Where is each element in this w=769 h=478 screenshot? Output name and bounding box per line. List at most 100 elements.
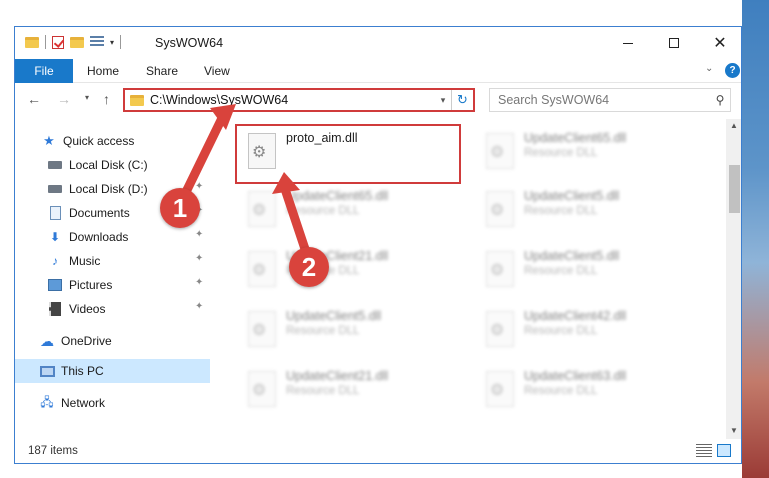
details-view-icon[interactable] <box>696 444 712 457</box>
sidebar-item-onedrive[interactable]: ☁ OneDrive <box>15 329 210 353</box>
close-button[interactable]: ✕ <box>697 27 741 59</box>
folder-icon[interactable] <box>25 36 39 48</box>
file-item[interactable]: UpdateClient65.dll Resource DLL <box>240 185 470 235</box>
sidebar-item-label: Local Disk (D:) <box>69 182 148 196</box>
item-count: 187 items <box>28 445 78 457</box>
refresh-icon[interactable]: ↻ <box>451 90 473 110</box>
sidebar-item-label: This PC <box>61 364 104 378</box>
disk-icon <box>47 182 63 196</box>
scrollbar-thumb[interactable] <box>729 165 740 213</box>
minimize-icon <box>623 42 633 44</box>
this-pc-icon <box>39 364 55 378</box>
file-item[interactable]: UpdateClient65.dll Resource DLL <box>478 127 708 177</box>
documents-icon <box>47 206 63 220</box>
sidebar-item-quick-access[interactable]: ★ Quick access <box>15 129 210 153</box>
sidebar-item-local-disk-c[interactable]: Local Disk (C:) ✦ <box>15 153 210 177</box>
sidebar-item-videos[interactable]: Videos ✦ <box>15 297 210 321</box>
pin-icon[interactable]: ✦ <box>195 181 203 192</box>
status-bar: 187 items <box>15 439 741 463</box>
search-input[interactable]: Search SysWOW64 <box>498 93 710 107</box>
address-path[interactable]: C:\Windows\SysWOW64 <box>150 93 435 107</box>
tab-share[interactable]: Share <box>146 64 178 78</box>
address-dropdown-icon[interactable]: ▾ <box>435 95 451 106</box>
network-icon: 🖧 <box>40 394 54 409</box>
maximize-icon <box>669 38 679 48</box>
window-title: SysWOW64 <box>155 36 224 50</box>
search-box[interactable]: Search SysWOW64 ⚲ <box>489 88 731 112</box>
file-item[interactable]: UpdateClient5.dll Resource DLL <box>478 185 708 235</box>
recent-locations-icon[interactable]: ▾ <box>85 93 89 102</box>
chevron-down-icon[interactable]: ▾ <box>110 38 114 47</box>
sidebar-item-label: Quick access <box>63 134 135 148</box>
downloads-icon: ⬇ <box>49 230 61 244</box>
file-item[interactable]: UpdateClient42.dll Resource DLL <box>478 305 708 355</box>
sidebar-item-label: Videos <box>69 302 106 316</box>
address-bar[interactable]: C:\Windows\SysWOW64 ▾ ↻ <box>123 88 475 112</box>
properties-check-icon[interactable] <box>52 35 64 49</box>
customize-icon[interactable] <box>90 36 104 48</box>
sidebar-item-label: Network <box>61 396 106 410</box>
file-item[interactable]: UpdateClient21.dll Resource DLL <box>240 365 470 415</box>
file-item[interactable]: UpdateClient5.dll Resource DLL <box>478 245 708 295</box>
new-folder-icon[interactable] <box>70 36 84 48</box>
ribbon-tabs: File Home Share View ⌄ ? <box>15 59 741 83</box>
file-name: UpdateClient63.dll <box>524 369 627 383</box>
navigation-pane: ★ Quick access Local Disk (C:) ✦ Local D… <box>15 119 210 439</box>
quick-access-toolbar: ▾ <box>25 35 122 49</box>
expand-ribbon-icon[interactable]: ⌄ <box>705 63 713 74</box>
step-marker-2: 2 <box>289 247 329 287</box>
scroll-up-icon[interactable]: ▲ <box>730 121 738 130</box>
pin-icon[interactable]: ✦ <box>195 157 203 168</box>
scroll-down-icon[interactable]: ▼ <box>730 426 738 435</box>
sidebar-item-label: Local Disk (C:) <box>69 158 148 172</box>
tab-home[interactable]: Home <box>87 64 119 78</box>
navigation-bar: ← → ▾ ↑ C:\Windows\SysWOW64 ▾ ↻ Search S… <box>15 83 741 119</box>
music-icon: ♪ <box>52 254 58 268</box>
maximize-button[interactable] <box>651 27 697 59</box>
file-highlight-box <box>235 124 461 184</box>
file-item[interactable]: UpdateClient21.dll Resource DLL <box>240 245 470 295</box>
disk-icon <box>47 158 63 172</box>
back-arrow-icon[interactable]: ← <box>27 91 41 107</box>
tab-view[interactable]: View <box>204 64 230 78</box>
file-item[interactable]: UpdateClient5.dll Resource DLL <box>240 305 470 355</box>
pictures-icon <box>47 278 63 292</box>
forward-arrow-icon[interactable]: → <box>57 91 71 107</box>
sidebar-item-label: Music <box>69 254 101 268</box>
file-type: Resource DLL <box>524 265 598 277</box>
file-name: UpdateClient5.dll <box>524 189 620 203</box>
file-type: Resource DLL <box>524 325 598 337</box>
file-type: Resource DLL <box>524 147 598 159</box>
pin-icon[interactable]: ✦ <box>195 301 203 312</box>
tab-file[interactable]: File <box>15 59 73 83</box>
file-name: UpdateClient65.dll <box>524 131 627 145</box>
desktop-background <box>742 0 769 478</box>
close-icon: ✕ <box>713 35 727 52</box>
toolbar-divider <box>120 35 122 49</box>
toolbar-divider <box>45 35 46 49</box>
vertical-scrollbar[interactable]: ▲ ▼ <box>726 119 741 439</box>
file-name: UpdateClient42.dll <box>524 309 627 323</box>
sidebar-item-pictures[interactable]: Pictures ✦ <box>15 273 210 297</box>
pin-icon[interactable]: ✦ <box>195 277 203 288</box>
pin-icon[interactable]: ✦ <box>195 253 203 264</box>
dll-file-icon <box>248 191 276 227</box>
search-icon[interactable]: ⚲ <box>710 93 730 107</box>
file-type: Resource DLL <box>524 205 598 217</box>
file-name: UpdateClient5.dll <box>286 309 382 323</box>
file-type: Resource DLL <box>524 385 598 397</box>
up-arrow-icon[interactable]: ↑ <box>103 91 110 107</box>
file-item[interactable]: UpdateClient63.dll Resource DLL <box>478 365 708 415</box>
sidebar-item-downloads[interactable]: ⬇ Downloads ✦ <box>15 225 210 249</box>
file-type: Resource DLL <box>286 385 360 397</box>
large-icons-view-icon[interactable] <box>717 444 731 457</box>
sidebar-item-label: Documents <box>69 206 130 220</box>
sidebar-item-this-pc[interactable]: This PC <box>15 359 210 383</box>
pin-icon[interactable]: ✦ <box>195 229 203 240</box>
minimize-button[interactable] <box>605 27 651 59</box>
dll-file-icon <box>248 311 276 347</box>
sidebar-item-music[interactable]: ♪ Music ✦ <box>15 249 210 273</box>
sidebar-item-label: OneDrive <box>61 334 112 348</box>
help-icon[interactable]: ? <box>725 63 740 78</box>
sidebar-item-network[interactable]: 🖧 Network <box>15 391 210 415</box>
